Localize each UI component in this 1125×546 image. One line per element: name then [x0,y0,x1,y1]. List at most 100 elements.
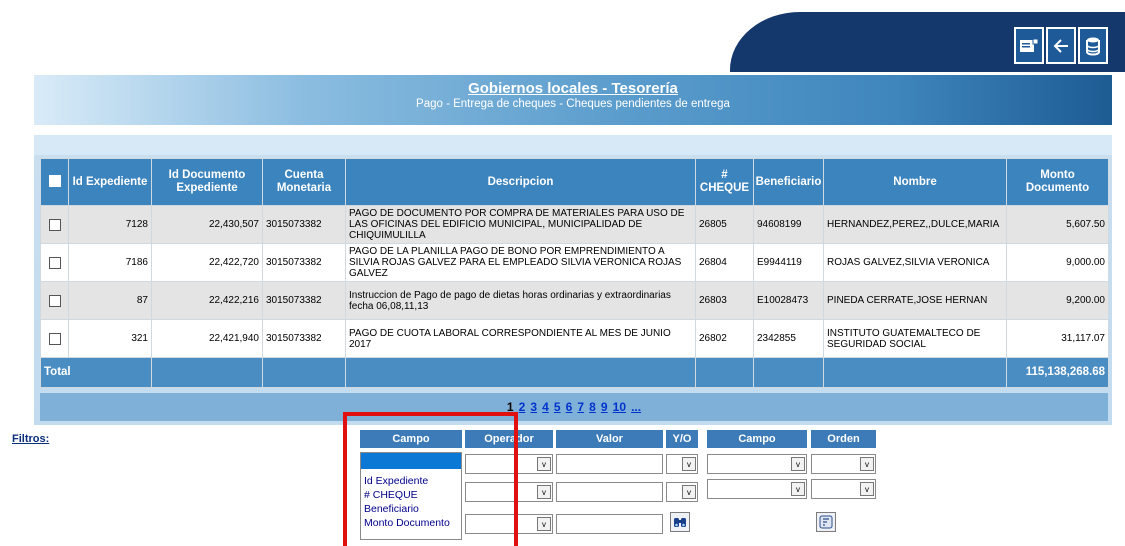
cell-descripcion: PAGO DE CUOTA LABORAL CORRESPONDIENTE AL… [345,319,696,358]
row-select-cell [40,281,69,320]
cell-monto: 5,607.50 [1006,205,1109,244]
cell-id-expediente: 7186 [68,243,152,282]
cell-cuenta: 3015073382 [262,243,346,282]
cell-cheque: 26802 [695,319,754,358]
page-link[interactable]: 5 [554,400,561,414]
total-empty-cell [345,357,696,388]
page-title[interactable]: Gobiernos locales - Tesorería [34,80,1112,97]
cell-descripcion: PAGO DE DOCUMENTO POR COMPRA DE MATERIAL… [345,205,696,244]
page-link-more[interactable]: ... [631,400,641,414]
cell-cheque: 26803 [695,281,754,320]
campo-option[interactable]: Id Expediente [361,474,461,488]
filter-header-yo: Y/O [666,430,698,448]
table-row[interactable]: 87 22,422,216 3015073382 Instruccion de … [40,281,1109,320]
filter-header-operador: Operador [465,430,553,448]
column-header-cheque[interactable]: # CHEQUE [695,158,754,206]
column-header-beneficiario[interactable]: Beneficiario [753,158,824,206]
campo-option-empty-selected[interactable] [361,453,461,469]
campo-orden-select-1[interactable]: v [707,454,807,474]
select-all-checkbox[interactable] [48,175,61,188]
filter-header-valor: Valor [556,430,663,448]
search-filter-button[interactable] [670,512,690,532]
table-row[interactable]: 7128 22,430,507 3015073382 PAGO DE DOCUM… [40,205,1109,244]
chevron-down-icon: v [682,485,696,499]
cell-cheque: 26804 [695,243,754,282]
column-header-cuenta[interactable]: Cuenta Monetaria [262,158,346,206]
column-header-nombre[interactable]: Nombre [823,158,1007,206]
cell-id-documento: 22,422,216 [151,281,263,320]
valor-input-1[interactable] [556,454,663,474]
sort-icon [819,515,833,529]
row-checkbox[interactable] [48,332,61,345]
chevron-down-icon: v [791,457,805,471]
chevron-down-icon: v [537,457,551,471]
cell-nombre: INSTITUTO GUATEMALTECO DE SEGURIDAD SOCI… [823,319,1007,358]
operador-select-1[interactable]: v [465,454,553,474]
row-checkbox[interactable] [48,256,61,269]
row-select-cell [40,205,69,244]
yo-select-2[interactable]: v [666,482,698,502]
cell-id-documento: 22,422,720 [151,243,263,282]
page-link[interactable]: 6 [566,400,573,414]
valor-input-2[interactable] [556,482,663,502]
table-row[interactable]: 321 22,421,940 3015073382 PAGO DE CUOTA … [40,319,1109,358]
cell-beneficiario: 2342855 [753,319,824,358]
total-empty-cell [695,357,754,388]
campo-dropdown-list[interactable]: Id Expediente # CHEQUE Beneficiario Mont… [360,452,462,540]
table-header-row: Id Expediente Id Documento Expediente Cu… [40,158,1109,206]
cell-monto: 9,200.00 [1006,281,1109,320]
cell-beneficiario: 94608199 [753,205,824,244]
campo-option[interactable]: # CHEQUE [361,488,461,502]
cell-descripcion: Instruccion de Pago de pago de dietas ho… [345,281,696,320]
filter-header-orden: Orden [811,430,876,448]
select-all-cell [40,158,69,206]
back-arrow-icon[interactable] [1046,27,1076,64]
sort-apply-button[interactable] [816,512,836,532]
page-link[interactable]: 9 [601,400,608,414]
cell-monto: 9,000.00 [1006,243,1109,282]
page-header: Gobiernos locales - Tesorería Pago - Ent… [34,75,1112,125]
yo-select-1[interactable]: v [666,454,698,474]
cell-cheque: 26805 [695,205,754,244]
chevron-down-icon: v [791,482,805,496]
binoculars-icon [674,518,686,527]
campo-orden-select-2[interactable]: v [707,479,807,499]
filter-header-campo-orden: Campo [707,430,807,448]
column-header-descripcion[interactable]: Descripcion [345,158,696,206]
row-checkbox[interactable] [48,218,61,231]
table-row[interactable]: 7186 22,422,720 3015073382 PAGO DE LA PL… [40,243,1109,282]
campo-option[interactable]: Beneficiario [361,502,461,516]
row-checkbox[interactable] [48,294,61,307]
cell-monto: 31,117.07 [1006,319,1109,358]
column-header-monto[interactable]: Monto Documento [1006,158,1109,206]
card-icon[interactable] [1014,27,1044,64]
total-empty-cell [823,357,1007,388]
page-link[interactable]: 10 [613,400,626,414]
cell-descripcion: PAGO DE LA PLANILLA PAGO DE BONO POR EMP… [345,243,696,282]
total-empty-cell [753,357,824,388]
row-select-cell [40,243,69,282]
page-link[interactable]: 4 [542,400,549,414]
total-empty-cell [151,357,263,388]
column-header-id-documento[interactable]: Id Documento Expediente [151,158,263,206]
valor-input-3[interactable] [556,514,663,534]
page-subtitle: Pago - Entrega de cheques - Cheques pend… [416,98,730,110]
page-link[interactable]: 8 [589,400,596,414]
operador-select-3[interactable]: v [465,514,553,534]
filter-header-campo: Campo [360,430,462,448]
top-bar [0,0,1125,72]
orden-select-2[interactable]: v [811,479,876,499]
campo-option[interactable]: Monto Documento [361,516,461,530]
orden-select-1[interactable]: v [811,454,876,474]
operador-select-2[interactable]: v [465,482,553,502]
cell-beneficiario: E9944119 [753,243,824,282]
chevron-down-icon: v [860,457,874,471]
total-label: Total [40,357,152,388]
page-current: 1 [506,400,514,414]
database-icon[interactable] [1078,27,1108,64]
page-link[interactable]: 7 [577,400,584,414]
page-link[interactable]: 3 [530,400,537,414]
column-header-id-expediente[interactable]: Id Expediente [68,158,152,206]
page-link[interactable]: 2 [519,400,526,414]
chevron-down-icon: v [682,457,696,471]
